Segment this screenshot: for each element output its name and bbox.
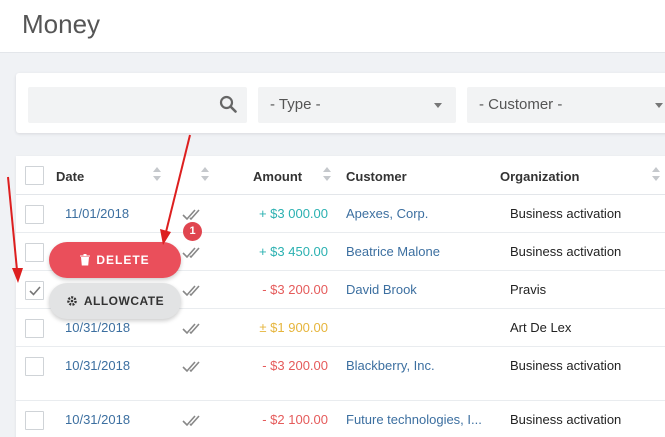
- gear-icon: [67, 296, 77, 306]
- row-customer[interactable]: Beatrice Malone: [346, 244, 491, 259]
- row-customer[interactable]: Blackberry, Inc.: [346, 358, 491, 373]
- search-icon[interactable]: [219, 95, 237, 113]
- row-amount: + $3 000.00: [258, 206, 328, 221]
- double-check-icon: [182, 285, 200, 297]
- row-amount: - $2 100.00: [262, 412, 328, 427]
- select-all-checkbox[interactable]: [25, 166, 44, 185]
- row-date[interactable]: 10/31/2018: [65, 358, 130, 373]
- search-input[interactable]: [28, 87, 208, 123]
- row-customer[interactable]: David Brook: [346, 282, 491, 297]
- sort-icon[interactable]: [201, 167, 209, 181]
- sort-icon[interactable]: [652, 167, 660, 181]
- trash-icon: [80, 254, 91, 266]
- customer-select[interactable]: - Customer -: [467, 87, 665, 123]
- row-customer[interactable]: Apexes, Corp.: [346, 206, 491, 221]
- row-checkbox-checked[interactable]: [25, 281, 44, 300]
- row-amount: - $3 200.00: [262, 358, 328, 373]
- allowcate-button-content: ALLOWCATE: [49, 294, 181, 308]
- allowcate-button-label: ALLOWCATE: [83, 294, 165, 308]
- table-row[interactable]: 10/31/2018 - $3 200.00 Blackberry, Inc. …: [16, 347, 665, 401]
- row-checkbox[interactable]: [25, 411, 44, 430]
- sort-icon[interactable]: [323, 167, 331, 181]
- selection-count-badge: 1: [183, 222, 202, 241]
- row-organization: Business activation: [510, 244, 622, 259]
- type-select[interactable]: - Type -: [258, 87, 456, 123]
- header-date[interactable]: Date: [56, 169, 84, 184]
- row-amount: - $3 200.00: [262, 282, 328, 297]
- row-checkbox[interactable]: [25, 243, 44, 262]
- row-date[interactable]: 10/31/2018: [65, 412, 130, 427]
- chevron-down-icon: [655, 103, 663, 108]
- table-header: Date Amount Customer Organization: [16, 156, 665, 195]
- row-amount: + $3 450.00: [258, 244, 328, 259]
- filter-panel: - Type - - Customer -: [16, 73, 665, 133]
- double-check-icon: [182, 415, 200, 427]
- row-organization: Pravis: [510, 282, 547, 297]
- table-row[interactable]: 11/01/2018 + $3 000.00 Apexes, Corp. Bus…: [16, 195, 665, 233]
- header-customer[interactable]: Customer: [346, 169, 407, 184]
- delete-button[interactable]: DELETE: [49, 242, 181, 278]
- row-checkbox[interactable]: [25, 205, 44, 224]
- row-organization: Business activation: [510, 206, 622, 221]
- row-customer[interactable]: Future technologies, I...: [346, 412, 491, 427]
- double-check-icon: [182, 247, 200, 259]
- allowcate-button[interactable]: ALLOWCATE: [49, 283, 181, 319]
- delete-button-content: DELETE: [49, 253, 181, 267]
- row-date[interactable]: 10/31/2018: [65, 320, 130, 335]
- top-bar: Money: [0, 0, 665, 53]
- sort-icon[interactable]: [153, 167, 161, 181]
- double-check-icon: [182, 323, 200, 335]
- checkmark-icon: [29, 286, 41, 296]
- double-check-icon: [182, 361, 200, 373]
- row-checkbox[interactable]: [25, 357, 44, 376]
- row-organization: Business activation: [510, 358, 622, 373]
- type-select-value: - Type -: [270, 96, 321, 113]
- delete-button-label: DELETE: [96, 253, 150, 267]
- header-amount[interactable]: Amount: [253, 169, 302, 184]
- row-date[interactable]: 11/01/2018: [65, 206, 129, 221]
- row-organization: Business activation: [510, 412, 622, 427]
- chevron-down-icon: [434, 103, 442, 108]
- search-box[interactable]: [28, 87, 247, 123]
- row-organization: Art De Lex: [510, 320, 572, 335]
- table-row[interactable]: 10/31/2018 - $2 100.00 Future technologi…: [16, 401, 665, 437]
- double-check-icon: [182, 209, 200, 221]
- page-title: Money: [22, 9, 101, 39]
- customer-select-value: - Customer -: [479, 96, 563, 113]
- header-organization[interactable]: Organization: [500, 169, 579, 184]
- row-checkbox[interactable]: [25, 319, 44, 338]
- row-amount: ± $1 900.00: [259, 320, 328, 335]
